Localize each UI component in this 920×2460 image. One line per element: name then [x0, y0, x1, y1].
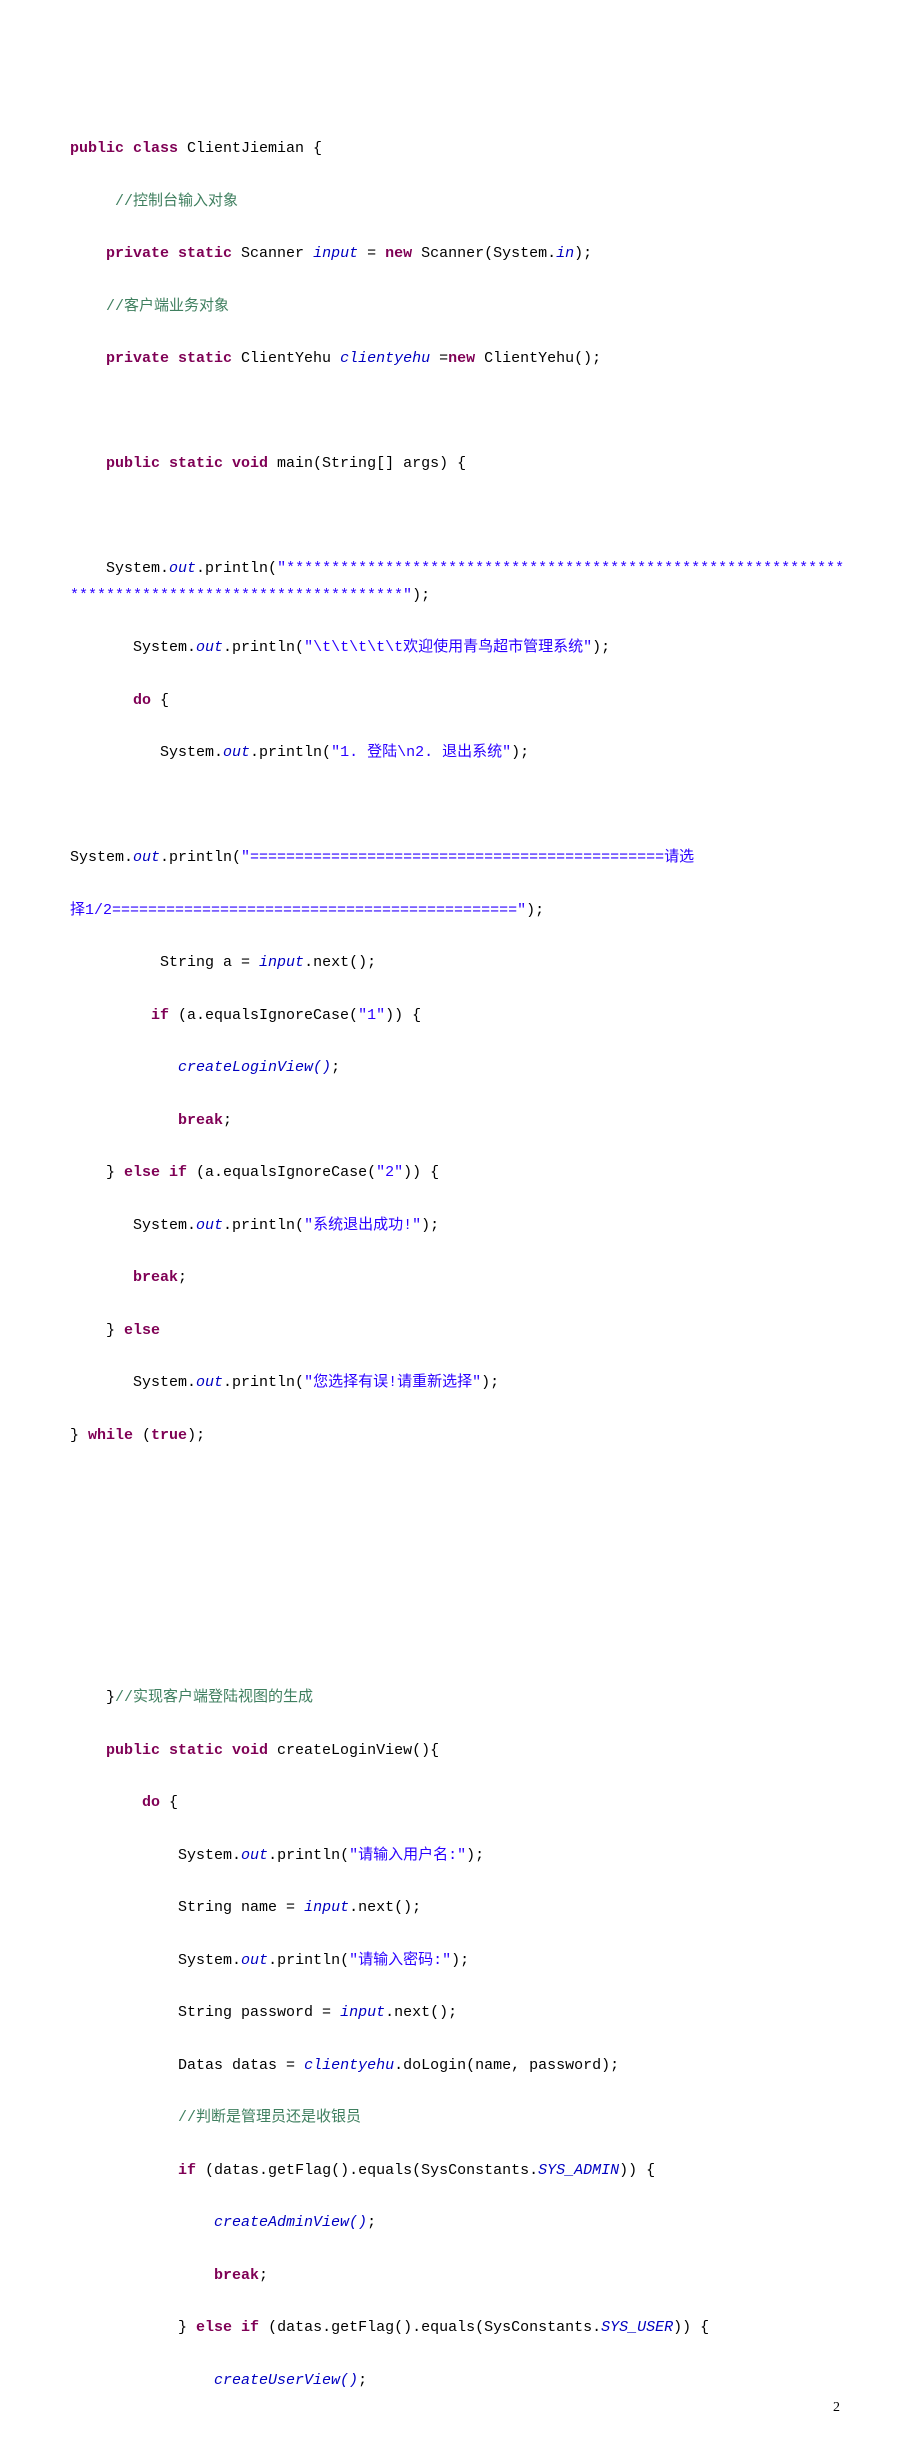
blank-line	[70, 504, 850, 530]
code-line: break;	[70, 1265, 850, 1291]
code-line: }//实现客户端登陆视图的生成	[70, 1685, 850, 1711]
code-line: System.out.println("\t\t\t\t\t欢迎使用青鸟超市管理…	[70, 635, 850, 661]
blank-line	[70, 1633, 850, 1659]
code-line: System.out.println("1. 登陆\n2. 退出系统");	[70, 740, 850, 766]
code-line: //控制台输入对象	[70, 189, 850, 215]
code-line: //客户端业务对象	[70, 294, 850, 320]
code-line: } while (true);	[70, 1423, 850, 1449]
code-line: 择1/2====================================…	[70, 898, 850, 924]
code-line: break;	[70, 2263, 850, 2289]
code-line: System.out.println("********************…	[70, 556, 850, 609]
code-block: public class ClientJiemian { //控制台输入对象 p…	[70, 110, 850, 2420]
code-line: String password = input.next();	[70, 2000, 850, 2026]
code-line: public static void createLoginView(){	[70, 1738, 850, 1764]
code-line: createUserView();	[70, 2368, 850, 2394]
code-line: private static Scanner input = new Scann…	[70, 241, 850, 267]
code-line: String name = input.next();	[70, 1895, 850, 1921]
blank-line	[70, 399, 850, 425]
code-line: createLoginView();	[70, 1055, 850, 1081]
code-line: } else	[70, 1318, 850, 1344]
code-line: System.out.println("请输入用户名:");	[70, 1843, 850, 1869]
code-line: } else if (a.equalsIgnoreCase("2")) {	[70, 1160, 850, 1186]
code-line: } else if (datas.getFlag().equals(SysCon…	[70, 2315, 850, 2341]
code-line: Datas datas = clientyehu.doLogin(name, p…	[70, 2053, 850, 2079]
blank-line	[70, 1580, 850, 1606]
code-line: System.out.println("您选择有误!请重新选择");	[70, 1370, 850, 1396]
code-line: createAdminView();	[70, 2210, 850, 2236]
code-line: do {	[70, 688, 850, 714]
code-line: private static ClientYehu clientyehu =ne…	[70, 346, 850, 372]
blank-line	[70, 793, 850, 819]
blank-line	[70, 1475, 850, 1501]
code-line: String a = input.next();	[70, 950, 850, 976]
page-number: 2	[833, 2396, 840, 2421]
blank-line	[70, 1528, 850, 1554]
code-line: //判断是管理员还是收银员	[70, 2105, 850, 2131]
code-line: System.out.println("系统退出成功!");	[70, 1213, 850, 1239]
code-line: public class ClientJiemian {	[70, 136, 850, 162]
code-line: break;	[70, 1108, 850, 1134]
code-line: System.out.println("====================…	[70, 845, 850, 871]
code-line: if (datas.getFlag().equals(SysConstants.…	[70, 2158, 850, 2184]
code-line: System.out.println("请输入密码:");	[70, 1948, 850, 1974]
code-line: public static void main(String[] args) {	[70, 451, 850, 477]
code-line: do {	[70, 1790, 850, 1816]
code-line: if (a.equalsIgnoreCase("1")) {	[70, 1003, 850, 1029]
document-page: public class ClientJiemian { //控制台输入对象 p…	[0, 0, 920, 2460]
